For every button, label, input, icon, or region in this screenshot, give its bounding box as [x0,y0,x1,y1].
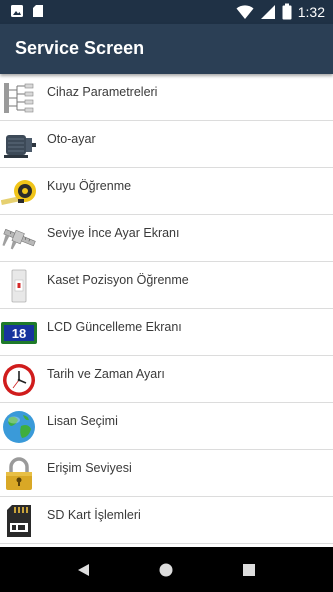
caliper-icon [2,228,36,250]
list-item-label: SD Kart İşlemleri [47,508,141,522]
battery-icon [282,3,292,20]
service-menu-list[interactable]: Cihaz Parametreleri Oto-ayar Kuyu Öğrenm… [0,74,333,547]
list-item-oto-ayar[interactable]: Oto-ayar [0,121,333,168]
status-right: 1:32 [236,3,325,20]
recents-icon[interactable] [240,561,258,579]
cassette-icon [11,269,27,303]
lcd-display-text: 18 [12,326,26,341]
lcd-display-icon: 18 [1,322,37,344]
page-title: Service Screen [15,38,145,58]
image-icon [11,5,23,17]
list-item-kuyu-ogrenme[interactable]: Kuyu Öğrenme [0,168,333,215]
list-item-label: Kuyu Öğrenme [47,179,132,193]
clock-icon [3,364,35,396]
list-item-erisim-seviyesi[interactable]: Erişim Seviyesi [0,450,333,497]
list-item-label: Erişim Seviyesi [47,461,132,475]
padlock-icon [6,457,32,490]
home-icon[interactable] [157,561,175,579]
status-bar: 1:32 [0,0,333,24]
list-item-lisan-secimi[interactable]: Lisan Seçimi [0,403,333,450]
wifi-icon [236,4,254,19]
list-item-seviye-ince-ayar[interactable]: Seviye İnce Ayar Ekranı [0,215,333,262]
list-item-sd-kart[interactable]: SD Kart İşlemleri [0,497,333,544]
list-item-kaset-pozisyon[interactable]: Kaset Pozisyon Öğrenme [0,262,333,309]
status-time: 1:32 [297,3,325,20]
list-item-label: Seviye İnce Ayar Ekranı [47,226,180,240]
sd-card-icon [33,5,43,17]
list-item-label: Cihaz Parametreleri [47,85,158,99]
navigation-bar [0,547,333,592]
sd-card-icon [7,505,31,537]
signal-icon [260,4,275,19]
list-item-label: Kaset Pozisyon Öğrenme [47,273,189,287]
app-bar: Service Screen [0,24,333,74]
motor-icon [4,135,36,158]
tree-hierarchy-icon [4,83,34,113]
list-item-tarih-zaman[interactable]: Tarih ve Zaman Ayarı [0,356,333,403]
list-item-label: Lisan Seçimi [47,414,118,428]
globe-icon [3,411,35,443]
status-left [10,4,44,18]
tape-measure-icon [1,180,36,206]
list-item-lcd-guncelleme[interactable]: 18 LCD Güncelleme Ekranı [0,309,333,356]
list-item-cihaz-parametreleri[interactable]: Cihaz Parametreleri [0,74,333,121]
list-item-label: Tarih ve Zaman Ayarı [47,367,165,381]
list-item-label: Oto-ayar [47,132,96,146]
list-item-label: LCD Güncelleme Ekranı [47,320,182,334]
back-icon[interactable] [74,561,92,579]
